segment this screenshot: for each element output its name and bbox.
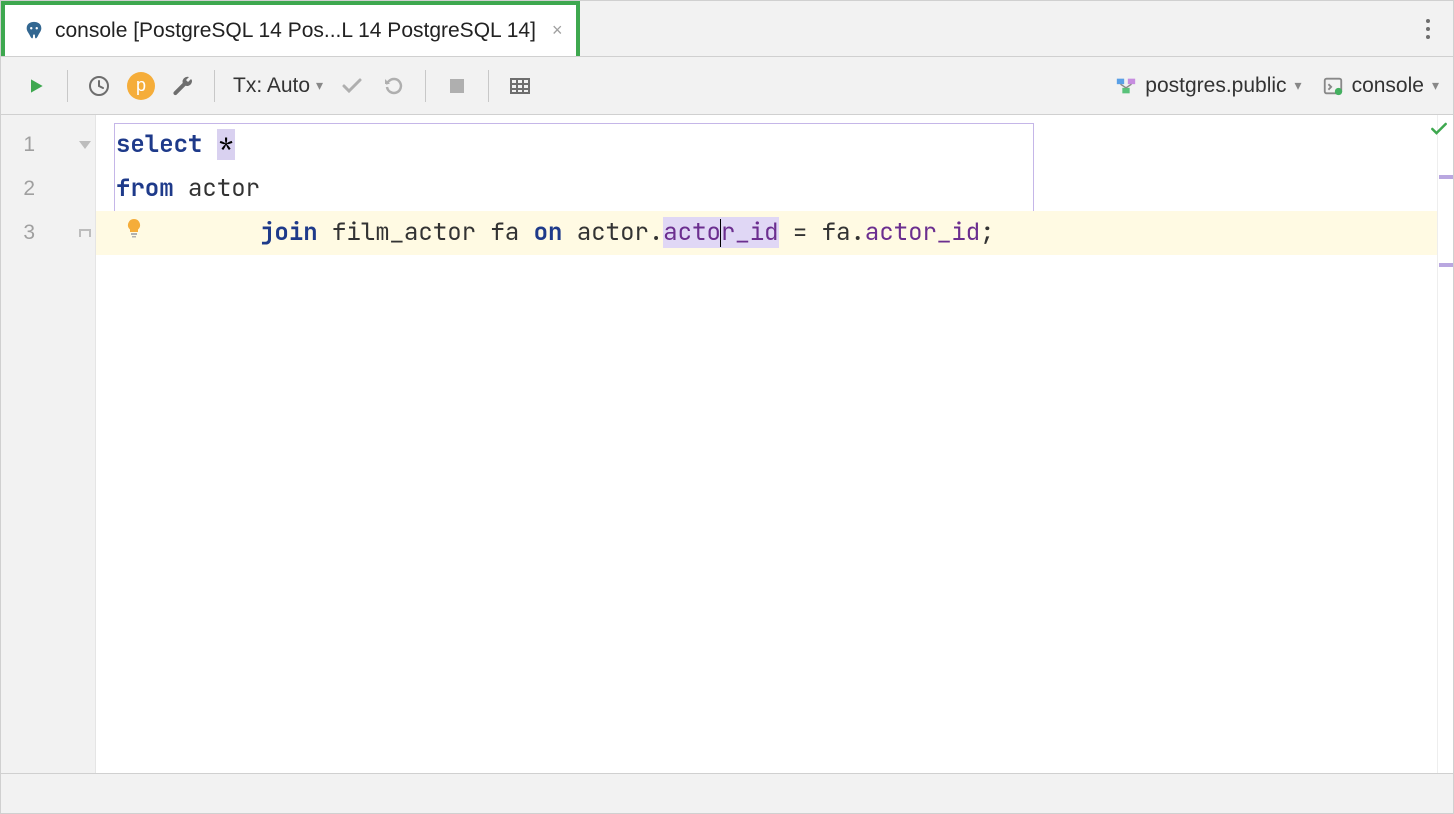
close-icon[interactable]: × [552, 20, 563, 41]
transaction-mode-selector[interactable]: Tx: Auto ▾ [225, 74, 331, 98]
separator [67, 70, 68, 102]
p-badge-icon: p [127, 72, 155, 100]
chevron-down-icon: ▾ [316, 77, 323, 94]
code-area[interactable]: select * from actor join film_actor fa o… [96, 115, 1437, 773]
schema-icon [1115, 75, 1137, 97]
toolbar: p Tx: Auto ▾ postgres.public ▾ console ▾ [1, 57, 1453, 115]
separator [214, 70, 215, 102]
separator [425, 70, 426, 102]
tx-label-text: Tx: Auto [233, 74, 310, 98]
code-line[interactable]: join film_actor fa on actor.actor_id = f… [96, 211, 1437, 255]
rollback-button[interactable] [373, 65, 415, 107]
session-selector[interactable]: console ▾ [1322, 74, 1439, 98]
fold-end-icon[interactable] [77, 229, 93, 237]
gutter: 1 2 3 [1, 115, 96, 773]
rail-marker[interactable] [1439, 263, 1453, 267]
line-number: 2 [1, 177, 43, 201]
inspection-rail[interactable] [1437, 115, 1453, 773]
result-view-button[interactable] [499, 65, 541, 107]
editor: 1 2 3 select * from actor join film_acto… [1, 115, 1453, 773]
run-button[interactable] [15, 65, 57, 107]
fold-icon[interactable] [77, 141, 93, 149]
chevron-down-icon: ▾ [1295, 77, 1302, 94]
schema-label: postgres.public [1145, 74, 1286, 98]
intention-bulb-icon[interactable] [122, 211, 146, 255]
tab-options-icon[interactable] [1417, 18, 1439, 40]
chevron-down-icon: ▾ [1432, 77, 1439, 94]
tab-bar: console [PostgreSQL 14 Pos...L 14 Postgr… [1, 1, 1453, 57]
console-icon [1322, 75, 1344, 97]
separator [488, 70, 489, 102]
stop-button[interactable] [436, 65, 478, 107]
rail-marker[interactable] [1439, 175, 1453, 179]
line-number: 1 [1, 133, 43, 157]
inspection-ok-icon [1429, 119, 1449, 142]
code-line[interactable]: select * [96, 123, 1437, 167]
line-number: 3 [1, 221, 43, 245]
sql-dialect-button[interactable]: p [120, 65, 162, 107]
tab-title: console [PostgreSQL 14 Pos...L 14 Postgr… [55, 19, 536, 43]
editor-tab[interactable]: console [PostgreSQL 14 Pos...L 14 Postgr… [1, 1, 580, 56]
history-button[interactable] [78, 65, 120, 107]
code-line[interactable]: from actor [96, 167, 1437, 211]
status-bar [1, 773, 1453, 813]
commit-button[interactable] [331, 65, 373, 107]
schema-selector[interactable]: postgres.public ▾ [1115, 74, 1301, 98]
session-label: console [1352, 74, 1424, 98]
settings-button[interactable] [162, 65, 204, 107]
postgres-icon [23, 20, 45, 42]
